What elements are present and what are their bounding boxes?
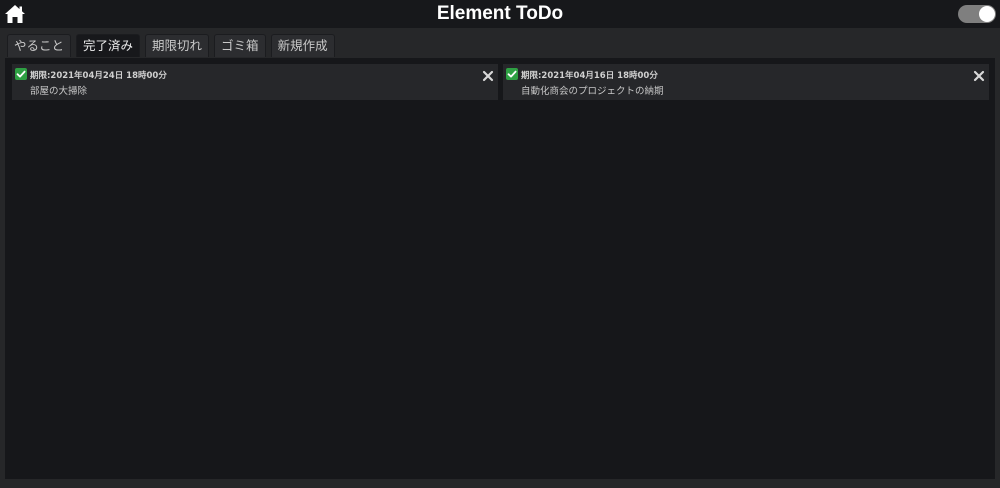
done-checkbox[interactable]	[15, 68, 27, 80]
tab-completed[interactable]: 完了済み	[76, 34, 141, 57]
tab-trash[interactable]: ゴミ箱	[214, 34, 266, 57]
home-icon	[5, 5, 25, 23]
tab-expired[interactable]: 期限切れ	[145, 34, 210, 57]
home-button[interactable]	[4, 4, 26, 24]
todo-card: 期限:2021年04月24日 18時00分 部屋の大掃除	[12, 64, 498, 100]
close-icon	[973, 70, 985, 82]
delete-button[interactable]	[973, 67, 985, 82]
delete-button[interactable]	[482, 67, 494, 82]
app-title: Element ToDo	[436, 3, 564, 24]
todo-deadline: 期限:2021年04月16日 18時00分	[521, 71, 658, 81]
todo-deadline: 期限:2021年04月24日 18時00分	[30, 71, 167, 81]
todo-text: 自動化商会のプロジェクトの納期	[521, 86, 664, 97]
todo-text: 部屋の大掃除	[30, 86, 88, 97]
done-checkbox[interactable]	[506, 68, 518, 80]
todo-list-panel: 期限:2021年04月24日 18時00分 部屋の大掃除 期限:2021年04月…	[5, 58, 995, 479]
checkmark-icon	[16, 70, 26, 78]
todo-card: 期限:2021年04月16日 18時00分 自動化商会のプロジェクトの納期	[503, 64, 989, 100]
tab-create-new[interactable]: 新規作成	[270, 34, 335, 57]
tab-bar: やること 完了済み 期限切れ ゴミ箱 新規作成	[7, 34, 340, 58]
close-icon	[482, 70, 494, 82]
theme-toggle[interactable]	[958, 5, 996, 23]
title-bar: Element ToDo	[0, 0, 1000, 28]
tab-todo[interactable]: やること	[7, 34, 72, 57]
toggle-knob	[979, 6, 995, 22]
checkmark-icon	[507, 70, 517, 78]
